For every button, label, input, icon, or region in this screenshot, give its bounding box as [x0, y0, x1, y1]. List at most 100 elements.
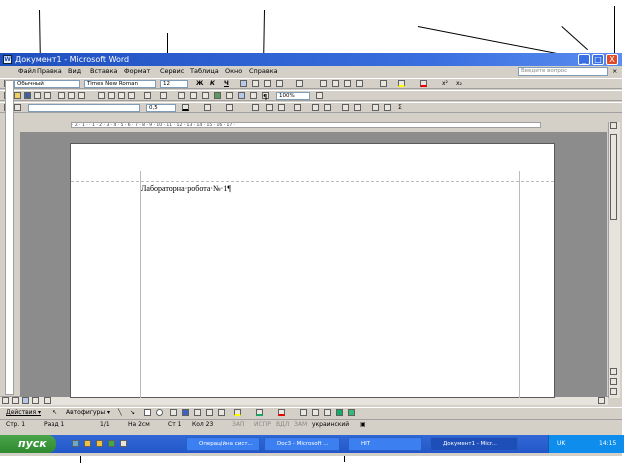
- format-painter-icon[interactable]: [128, 92, 135, 99]
- shadow-style-icon[interactable]: [336, 409, 343, 416]
- print-layout-icon[interactable]: [22, 397, 29, 404]
- drawing-font-color-icon[interactable]: [278, 409, 285, 416]
- distribute-rows-icon[interactable]: [312, 104, 319, 111]
- quick-launch-app-icon[interactable]: [108, 440, 115, 447]
- dash-style-icon[interactable]: [312, 409, 319, 416]
- print-preview-icon[interactable]: [68, 92, 75, 99]
- start-button[interactable]: пуск: [0, 435, 56, 453]
- menu-table[interactable]: Таблица: [190, 66, 219, 77]
- insert-excel-icon[interactable]: [214, 92, 221, 99]
- show-hide-icon[interactable]: ¶: [262, 92, 269, 101]
- split-cells-icon[interactable]: [278, 104, 285, 111]
- tray-clock[interactable]: 14:15: [599, 435, 616, 453]
- outline-view-icon[interactable]: [32, 397, 39, 404]
- status-ext[interactable]: ВДЛ: [276, 420, 289, 430]
- line-spacing-icon[interactable]: [296, 80, 303, 87]
- redo-icon[interactable]: [160, 92, 167, 99]
- subscript-icon[interactable]: x₂: [456, 80, 462, 88]
- autosum-icon[interactable]: Σ: [398, 104, 402, 112]
- help-icon[interactable]: [316, 92, 323, 99]
- 3d-style-icon[interactable]: [348, 409, 355, 416]
- ask-question-input[interactable]: Введите вопрос: [518, 67, 608, 76]
- rectangle-tool-icon[interactable]: [144, 409, 151, 416]
- menu-tools[interactable]: Сервис: [160, 66, 184, 77]
- align-center-icon[interactable]: [252, 80, 259, 87]
- justify-icon[interactable]: [276, 80, 283, 87]
- menu-edit[interactable]: Правка: [37, 66, 62, 77]
- menu-insert[interactable]: Вставка: [90, 66, 118, 77]
- tables-borders-icon[interactable]: [190, 92, 197, 99]
- task-document1[interactable]: Документ1 - Micr...: [430, 437, 518, 451]
- outside-border-icon[interactable]: [204, 104, 211, 111]
- quick-launch-save-icon[interactable]: [120, 440, 127, 447]
- superscript-icon[interactable]: x²: [442, 80, 448, 88]
- quick-launch-ie-icon[interactable]: [72, 440, 79, 447]
- copy-icon[interactable]: [108, 92, 115, 99]
- scroll-right-icon[interactable]: [598, 397, 605, 404]
- next-page-icon[interactable]: [610, 388, 617, 395]
- scroll-thumb[interactable]: [610, 134, 617, 220]
- scroll-up-icon[interactable]: [610, 122, 617, 129]
- vertical-scrollbar[interactable]: [608, 122, 620, 398]
- cut-icon[interactable]: [98, 92, 105, 99]
- select-objects-icon[interactable]: ↖: [52, 409, 57, 417]
- scroll-left-icon[interactable]: [44, 397, 51, 404]
- status-ovr[interactable]: ЗАМ: [294, 420, 307, 430]
- increase-indent-icon[interactable]: [356, 80, 363, 87]
- decrease-indent-icon[interactable]: [344, 80, 351, 87]
- fill-color-icon[interactable]: [234, 409, 241, 416]
- sort-ascending-icon[interactable]: [372, 104, 379, 111]
- insert-table-2-icon[interactable]: [252, 104, 259, 111]
- underline-button[interactable]: Ч: [224, 80, 229, 88]
- open-icon[interactable]: [14, 92, 21, 99]
- web-layout-icon[interactable]: [12, 397, 19, 404]
- align-left-icon[interactable]: [240, 80, 247, 87]
- clipart-icon[interactable]: [206, 409, 213, 416]
- menu-format[interactable]: Формат: [124, 66, 150, 77]
- maximize-button[interactable]: □: [592, 54, 604, 65]
- bullets-icon[interactable]: [332, 80, 339, 87]
- font-select[interactable]: Times New Roman: [84, 80, 156, 88]
- sort-descending-icon[interactable]: [384, 104, 391, 111]
- line-tool-icon[interactable]: ╲: [118, 409, 122, 417]
- menu-window[interactable]: Окно: [225, 66, 242, 77]
- style-select[interactable]: Обычный: [14, 80, 80, 88]
- close-button[interactable]: X: [606, 54, 618, 65]
- previous-page-icon[interactable]: [610, 368, 617, 375]
- autoformat-icon[interactable]: [342, 104, 349, 111]
- wordart-icon[interactable]: [182, 409, 189, 416]
- highlight-icon[interactable]: [398, 80, 405, 87]
- email-icon[interactable]: [44, 92, 51, 99]
- distribute-columns-icon[interactable]: [324, 104, 331, 111]
- spelling-status-icon[interactable]: ▣: [360, 420, 366, 430]
- font-size-select[interactable]: 12: [160, 80, 188, 88]
- drawing-actions-menu[interactable]: Действия ▾: [6, 409, 41, 417]
- document-text[interactable]: Лабораторна·робота·№·1¶: [141, 184, 231, 193]
- line-color-icon[interactable]: [256, 409, 263, 416]
- zoom-select[interactable]: 100%: [276, 92, 310, 100]
- merge-cells-icon[interactable]: [266, 104, 273, 111]
- arrow-tool-icon[interactable]: ↘: [130, 409, 135, 417]
- menu-file[interactable]: Файл: [18, 66, 36, 77]
- border-color-icon[interactable]: [182, 104, 189, 111]
- bold-button[interactable]: Ж: [196, 80, 203, 88]
- drawing-toggle-icon[interactable]: [238, 92, 245, 99]
- menu-help[interactable]: Справка: [249, 66, 278, 77]
- spelling-icon[interactable]: [78, 92, 85, 99]
- insert-table-icon[interactable]: [202, 92, 209, 99]
- status-rec[interactable]: ЗАП: [232, 420, 244, 430]
- columns-icon[interactable]: [226, 92, 233, 99]
- oval-tool-icon[interactable]: [156, 409, 163, 416]
- title-bar[interactable]: W Документ1 - Microsoft Word _ □ X: [0, 53, 622, 66]
- task-nit[interactable]: НІТ: [348, 437, 422, 451]
- normal-view-icon[interactable]: [2, 397, 9, 404]
- insert-picture-icon[interactable]: [218, 409, 225, 416]
- document-map-icon[interactable]: [250, 92, 257, 99]
- quick-launch-folder2-icon[interactable]: [96, 440, 103, 447]
- paste-icon[interactable]: [118, 92, 125, 99]
- diagram-icon[interactable]: [194, 409, 201, 416]
- status-track[interactable]: ИСПР: [254, 420, 271, 430]
- menu-view[interactable]: Вид: [68, 66, 81, 77]
- border-icon[interactable]: [380, 80, 387, 87]
- align-right-icon[interactable]: [264, 80, 271, 87]
